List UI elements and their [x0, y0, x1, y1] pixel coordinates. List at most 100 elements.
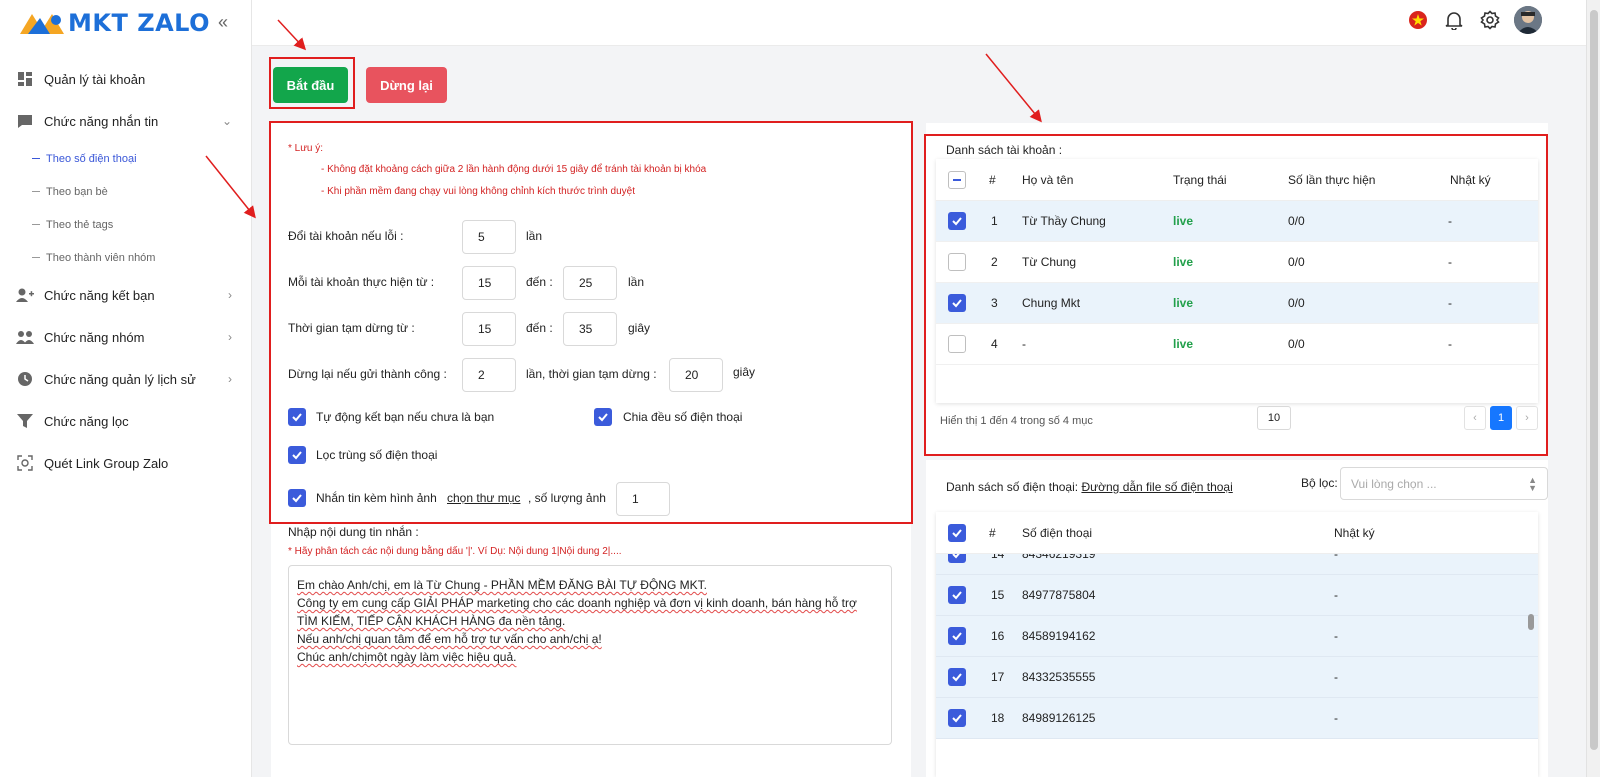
pause-from-input[interactable]: 15: [462, 312, 516, 346]
stop-success-pause-input[interactable]: 20: [669, 358, 723, 392]
row-status: live: [1173, 255, 1194, 269]
sidebar-subitem-by-tags[interactable]: Theo thẻ tags: [0, 208, 252, 241]
select-all-checkbox[interactable]: [948, 170, 966, 189]
row-phone: 84346219319: [1022, 554, 1096, 561]
image-checkbox[interactable]: [288, 489, 306, 507]
filter-label: Bộ lọc:: [1301, 476, 1338, 490]
table-row[interactable]: 2 Từ Chung live 0/0 -: [936, 242, 1538, 283]
row-checkbox[interactable]: [948, 294, 966, 312]
row-index: 17: [991, 670, 1005, 684]
row-phone: 84977875804: [1022, 588, 1096, 602]
phones-rows-viewport[interactable]: 14 84346219319 - 15 84977875804 - 16 8458919416…: [936, 554, 1538, 744]
table-row[interactable]: 3 Chung Mkt live 0/0 -: [936, 283, 1538, 324]
row-count: 0/0: [1288, 255, 1305, 269]
row-checkbox[interactable]: [948, 554, 966, 563]
prev-page-button[interactable]: ‹: [1464, 406, 1486, 430]
switch-account-label: Đổi tài khoản nếu lỗi :: [288, 229, 404, 243]
row-checkbox[interactable]: [948, 668, 966, 686]
table-row[interactable]: 14 84346219319 -: [936, 554, 1538, 575]
image-count-label: , số lượng ảnh: [528, 491, 606, 505]
stop-success-input[interactable]: 2: [462, 358, 516, 392]
pause-unit: giây: [628, 321, 651, 335]
sidebar-item-filter[interactable]: Chức năng lọc: [0, 400, 252, 442]
language-flag-icon[interactable]: [1406, 8, 1430, 32]
phones-title: Danh sách số điện thoại: Đường dẫn file …: [946, 480, 1233, 494]
per-account-from-input[interactable]: 15: [462, 266, 516, 300]
logo[interactable]: MKT ZALO: [18, 8, 210, 38]
row-status: live: [1173, 337, 1194, 351]
page-size-select[interactable]: 10: [1257, 406, 1291, 430]
row-checkbox[interactable]: [948, 212, 966, 230]
stop-button[interactable]: Dừng lại: [366, 67, 447, 103]
sidebar-menu: Quản lý tài khoản Chức năng nhắn tin ⌄ T…: [0, 58, 252, 484]
row-name: Từ Chung: [1022, 255, 1077, 269]
topbar: [252, 0, 1586, 46]
table-row[interactable]: 15 84977875804 -: [936, 575, 1538, 616]
switch-account-input[interactable]: 5: [462, 220, 516, 254]
phones-table-header: # Số điện thoại Nhật ký: [936, 512, 1538, 554]
subitem-label: Theo thành viên nhóm: [46, 251, 156, 264]
split-phone-checkbox[interactable]: [594, 408, 612, 426]
pause-to-input[interactable]: 35: [563, 312, 617, 346]
note-line: - Khi phần mềm đang chạy vui lòng không …: [321, 186, 635, 197]
per-account-to-input[interactable]: 25: [563, 266, 617, 300]
per-account-unit: lần: [628, 275, 645, 289]
avatar[interactable]: [1514, 6, 1542, 34]
row-checkbox[interactable]: [948, 335, 966, 353]
table-row[interactable]: 4 - live 0/0 -: [936, 324, 1538, 365]
subitem-label: Theo thẻ tags: [46, 218, 114, 231]
message-textarea[interactable]: Em chào Anh/chị, em là Từ Chung - PHẦN M…: [288, 565, 892, 745]
sidebar-subitem-by-phone[interactable]: Theo số điện thoại: [0, 142, 252, 175]
table-scroll-thumb[interactable]: [1528, 614, 1534, 630]
gear-icon[interactable]: [1478, 8, 1502, 32]
auto-friend-checkbox[interactable]: [288, 408, 306, 426]
page-1-button[interactable]: 1: [1490, 406, 1512, 430]
sidebar-subitem-by-friends[interactable]: Theo bạn bè: [0, 175, 252, 208]
row-checkbox[interactable]: [948, 627, 966, 645]
sidebar-item-label: Chức năng nhóm: [44, 329, 145, 345]
table-row[interactable]: 16 84589194162 -: [936, 616, 1538, 657]
message-line: Em chào Anh/chị, em là Từ Chung - PHẦN M…: [297, 578, 707, 592]
select-all-phones-checkbox[interactable]: [948, 523, 966, 542]
scan-icon: [16, 454, 34, 472]
phone-file-link[interactable]: Đường dẫn file số điện thoại: [1081, 480, 1232, 494]
row-phone: 84989126125: [1022, 711, 1096, 725]
row-index: 16: [991, 629, 1005, 643]
sidebar-item-scan-group-link[interactable]: Quét Link Group Zalo: [0, 442, 252, 484]
sidebar-item-history[interactable]: Chức năng quản lý lịch sử ›: [0, 358, 252, 400]
sidebar-subitem-by-group-members[interactable]: Theo thành viên nhóm: [0, 241, 252, 274]
table-row[interactable]: 18 84989126125 -: [936, 698, 1538, 739]
row-checkbox[interactable]: [948, 586, 966, 604]
choose-folder-link[interactable]: chọn thư mục: [447, 491, 520, 505]
sidebar-item-groups[interactable]: Chức năng nhóm ›: [0, 316, 252, 358]
add-user-icon: [16, 286, 34, 304]
message-note: * Hãy phân tách các nội dung bằng dấu '|…: [288, 546, 622, 557]
dedupe-phone-label: Lọc trùng số điện thoại: [316, 448, 438, 462]
bell-icon[interactable]: [1442, 8, 1466, 32]
image-label: Nhắn tin kèm hình ảnh: [316, 491, 437, 505]
col-phone: Số điện thoại: [1022, 525, 1093, 540]
phones-panel: Danh sách số điện thoại: Đường dẫn file …: [926, 460, 1548, 777]
image-count-input[interactable]: 1: [616, 482, 670, 516]
next-page-button[interactable]: ›: [1516, 406, 1538, 430]
table-row[interactable]: 1 Từ Thầy Chung live 0/0 -: [936, 201, 1538, 242]
sidebar-item-account-management[interactable]: Quản lý tài khoản: [0, 58, 252, 100]
collapse-sidebar-icon[interactable]: «: [218, 12, 228, 33]
filter-select[interactable]: Vui lòng chọn ... ▲ ▼: [1340, 467, 1548, 500]
start-button[interactable]: Bắt đầu: [273, 67, 348, 103]
row-checkbox[interactable]: [948, 709, 966, 727]
table-row[interactable]: 17 84332535555 -: [936, 657, 1538, 698]
sidebar-item-label: Quét Link Group Zalo: [44, 455, 169, 471]
row-index: 3: [991, 296, 998, 310]
sidebar-item-add-friend[interactable]: Chức năng kết bạn ›: [0, 274, 252, 316]
row-log: -: [1334, 629, 1338, 643]
chat-icon: [16, 112, 34, 130]
sidebar-item-messaging[interactable]: Chức năng nhắn tin ⌄: [0, 100, 252, 142]
scrollbar-thumb[interactable]: [1590, 10, 1598, 750]
stop-success-mid-label: lần, thời gian tạm dừng :: [526, 367, 657, 381]
split-phone-label: Chia đều số điện thoại: [623, 410, 743, 424]
dedupe-phone-checkbox[interactable]: [288, 446, 306, 464]
row-checkbox[interactable]: [948, 253, 966, 271]
page-scrollbar[interactable]: [1586, 0, 1600, 777]
sidebar: MKT ZALO « Quản lý tài khoản Chức năng n…: [0, 0, 252, 777]
